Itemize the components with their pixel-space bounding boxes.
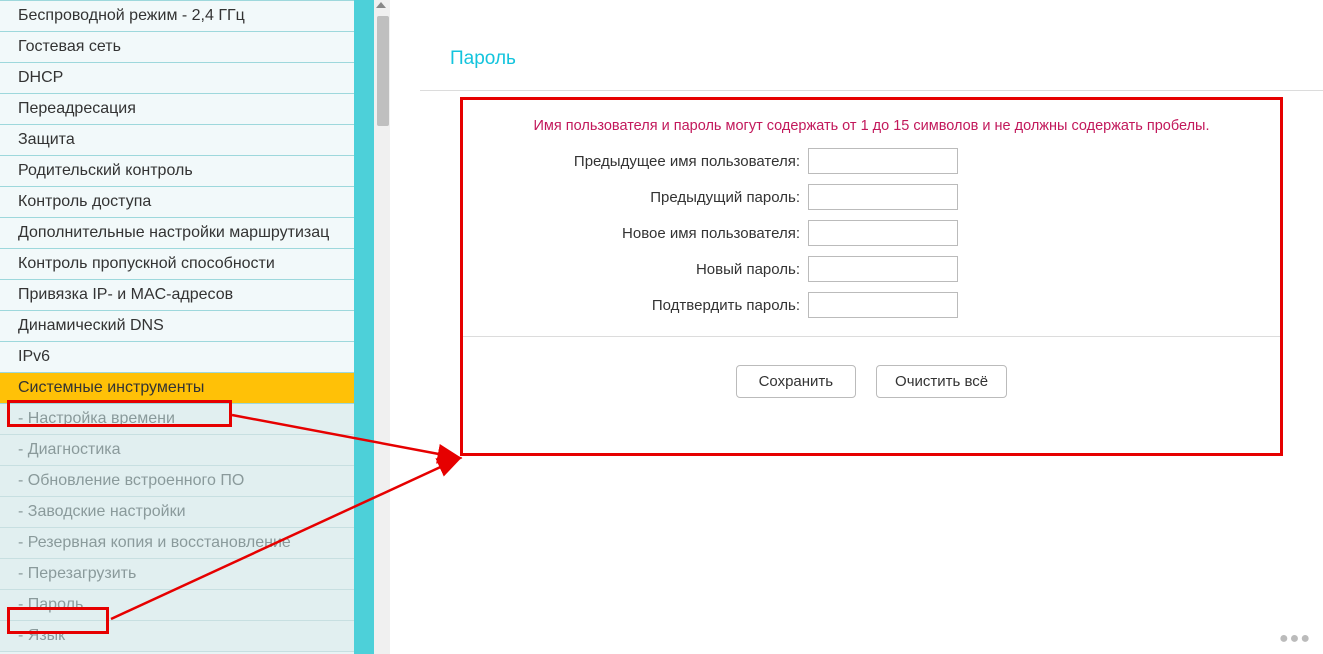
sidebar-scrollbar[interactable] (362, 0, 390, 654)
sidebar-item-wireless[interactable]: Беспроводной режим - 2,4 ГГц (0, 1, 354, 32)
scroll-thumb[interactable] (377, 16, 389, 126)
label-new-username: Новое имя пользователя: (478, 225, 808, 242)
sidebar-item-forwarding[interactable]: Переадресация (0, 94, 354, 125)
input-new-password[interactable] (808, 256, 958, 282)
sidebar-item-advanced-routing[interactable]: Дополнительные настройки маршрутизац (0, 218, 354, 249)
password-form-panel: Имя пользователя и пароль могут содержат… (460, 97, 1283, 456)
sidebar-item-bandwidth[interactable]: Контроль пропускной способности (0, 249, 354, 280)
label-old-username: Предыдущее имя пользователя: (478, 153, 808, 170)
sidebar-item-system-tools[interactable]: Системные инструменты (0, 373, 354, 404)
status-dots-icon: ●●● (1279, 630, 1311, 648)
content-area: Пароль Имя пользователя и пароль могут с… (390, 0, 1323, 654)
input-old-password[interactable] (808, 184, 958, 210)
sidebar: Беспроводной режим - 2,4 ГГц Гостевая се… (0, 0, 362, 654)
sidebar-sub-diagnostics[interactable]: - Диагностика (0, 435, 354, 466)
sidebar-item-guest-network[interactable]: Гостевая сеть (0, 32, 354, 63)
sidebar-item-parental[interactable]: Родительский контроль (0, 156, 354, 187)
sidebar-sub-time[interactable]: - Настройка времени (0, 404, 354, 435)
save-button[interactable]: Сохранить (736, 365, 856, 398)
sidebar-sub-backup[interactable]: - Резервная копия и восстановление (0, 528, 354, 559)
sidebar-item-access-control[interactable]: Контроль доступа (0, 187, 354, 218)
sidebar-item-dhcp[interactable]: DHCP (0, 63, 354, 94)
page-title: Пароль (420, 20, 1323, 91)
sidebar-sub-password[interactable]: - Пароль (0, 590, 354, 621)
label-confirm-password: Подтвердить пароль: (478, 297, 808, 314)
sidebar-item-security[interactable]: Защита (0, 125, 354, 156)
form-divider (463, 336, 1280, 337)
form-hint: Имя пользователя и пароль могут содержат… (478, 118, 1265, 134)
scroll-up-icon (376, 2, 386, 8)
input-confirm-password[interactable] (808, 292, 958, 318)
sidebar-sub-firmware[interactable]: - Обновление встроенного ПО (0, 466, 354, 497)
sidebar-sub-language[interactable]: - Язык (0, 621, 354, 652)
clear-all-button[interactable]: Очистить всё (876, 365, 1007, 398)
sidebar-item-ddns[interactable]: Динамический DNS (0, 311, 354, 342)
sidebar-item-ip-mac[interactable]: Привязка IP- и MAC-адресов (0, 280, 354, 311)
input-old-username[interactable] (808, 148, 958, 174)
label-new-password: Новый пароль: (478, 261, 808, 278)
sidebar-item-ipv6[interactable]: IPv6 (0, 342, 354, 373)
label-old-password: Предыдущий пароль: (478, 189, 808, 206)
input-new-username[interactable] (808, 220, 958, 246)
sidebar-sub-factory[interactable]: - Заводские настройки (0, 497, 354, 528)
sidebar-sub-reboot[interactable]: - Перезагрузить (0, 559, 354, 590)
